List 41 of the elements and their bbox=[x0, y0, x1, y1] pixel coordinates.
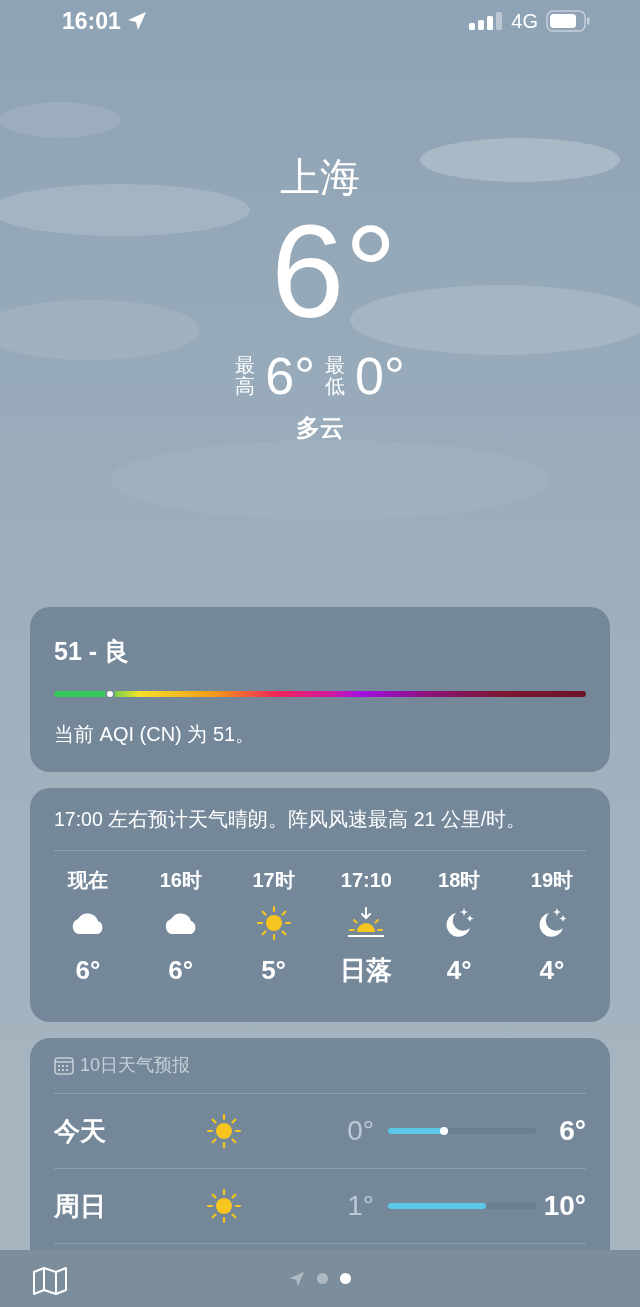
network-type: 4G bbox=[511, 9, 538, 34]
hourly-summary: 17:00 左右预计天气晴朗。阵风风速最高 21 公里/时。 bbox=[54, 788, 586, 851]
hour-label: 现在 bbox=[68, 868, 108, 893]
hour-temperature: 5° bbox=[261, 954, 286, 987]
hour-label: 17:10 bbox=[340, 868, 392, 893]
calendar-icon bbox=[54, 1056, 74, 1075]
aqi-description: 当前 AQI (CN) 为 51。 bbox=[54, 722, 257, 747]
high-temperature: 6° bbox=[558, 1114, 586, 1148]
aqi-title: 51 - 良 bbox=[54, 636, 131, 667]
weather-condition: 多云 bbox=[296, 413, 344, 443]
sun-icon bbox=[255, 905, 292, 941]
hour-temperature: 6° bbox=[75, 954, 101, 987]
city-name: 上海 bbox=[280, 154, 360, 201]
hour-label: 19时 bbox=[530, 868, 574, 893]
signal-icon bbox=[469, 12, 504, 30]
hour-label: 16时 bbox=[159, 868, 202, 893]
map-icon[interactable] bbox=[32, 1266, 68, 1296]
high-label: 最高 bbox=[235, 355, 256, 397]
day-label: 今天 bbox=[54, 1114, 107, 1148]
battery-icon bbox=[546, 10, 590, 32]
status-time: 16:01 bbox=[62, 6, 121, 36]
hour-label: 17时 bbox=[252, 868, 295, 893]
hour-temperature: 6° bbox=[168, 954, 194, 987]
low-temperature: 0° bbox=[355, 348, 405, 404]
forecast-title: 10日天气预报 bbox=[80, 1054, 191, 1077]
high-temperature: 10° bbox=[542, 1189, 586, 1223]
hour-temperature: 4° bbox=[539, 954, 565, 987]
hour-temperature: 4° bbox=[446, 954, 472, 987]
location-page-icon[interactable] bbox=[289, 1270, 305, 1287]
location-arrow-icon bbox=[126, 11, 147, 31]
sunset-icon bbox=[346, 907, 387, 939]
day-label: 周日 bbox=[54, 1189, 107, 1223]
hour-label: 18时 bbox=[438, 868, 481, 893]
low-temperature: 1° bbox=[346, 1189, 374, 1223]
high-temperature: 6° bbox=[265, 348, 315, 404]
current-temperature: 6° bbox=[269, 202, 398, 342]
sun-icon bbox=[206, 1113, 242, 1149]
low-temperature: 0° bbox=[346, 1114, 374, 1148]
sun-icon bbox=[206, 1188, 242, 1224]
low-label: 最低 bbox=[325, 355, 345, 397]
hour-temperature: 日落 bbox=[340, 954, 393, 987]
